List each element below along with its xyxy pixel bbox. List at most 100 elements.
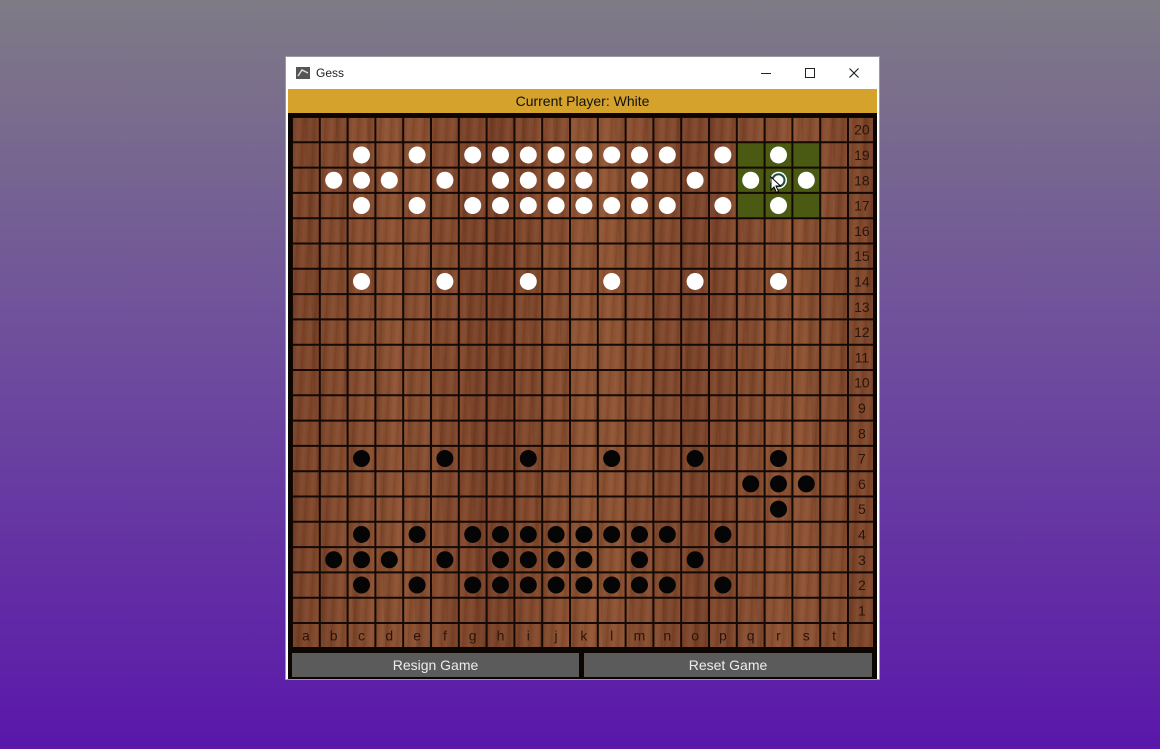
black-stone-o7[interactable] (686, 450, 704, 468)
game-board[interactable]: 20 19 18 17 16 15 14 13 12 11 10 9 8 7 6 5 4 3 2 1 a b c d e f g h i… (288, 113, 877, 651)
white-stone-k19[interactable] (575, 146, 593, 164)
black-stone-m3[interactable] (631, 551, 648, 569)
white-stone-f18[interactable] (436, 171, 454, 189)
white-stone-i18[interactable] (519, 171, 537, 189)
black-stone-f7[interactable] (436, 450, 454, 468)
black-stone-s6[interactable] (797, 475, 815, 493)
white-stone-r14[interactable] (770, 272, 787, 290)
black-stone-m2[interactable] (631, 576, 648, 594)
black-stone-l4[interactable] (603, 525, 621, 543)
white-stone-k18[interactable] (575, 171, 593, 189)
black-stone-g4[interactable] (464, 525, 482, 543)
white-stone-e19[interactable] (408, 146, 426, 164)
white-stone-r17[interactable] (770, 197, 787, 215)
white-stone-i14[interactable] (519, 272, 537, 290)
white-stone-j18[interactable] (547, 171, 565, 189)
white-stone-c14[interactable] (353, 272, 370, 290)
black-stone-n4[interactable] (658, 525, 676, 543)
selected-square-s19[interactable] (792, 142, 821, 168)
black-stone-k4[interactable] (575, 525, 593, 543)
white-stone-d18[interactable] (380, 171, 398, 189)
white-stone-o14[interactable] (686, 272, 704, 290)
black-stone-e2[interactable] (408, 576, 426, 594)
black-stone-j4[interactable] (547, 525, 565, 543)
black-stone-i3[interactable] (519, 551, 537, 569)
white-stone-m17[interactable] (631, 197, 648, 215)
black-stone-m4[interactable] (631, 525, 648, 543)
black-stone-p4[interactable] (714, 525, 732, 543)
black-stone-r6[interactable] (770, 475, 787, 493)
white-stone-s18[interactable] (797, 171, 815, 189)
black-stone-k2[interactable] (575, 576, 593, 594)
white-stone-e17[interactable] (408, 197, 426, 215)
black-stone-f3[interactable] (436, 551, 454, 569)
white-stone-f14[interactable] (436, 272, 454, 290)
white-stone-j17[interactable] (547, 197, 565, 215)
resign-game-button[interactable]: Resign Game (292, 653, 579, 677)
selected-square-q19[interactable] (736, 142, 765, 168)
black-stone-q6[interactable] (742, 475, 760, 493)
black-stone-j2[interactable] (547, 576, 565, 594)
white-stone-n17[interactable] (658, 197, 676, 215)
black-stone-c7[interactable] (353, 450, 370, 468)
selected-square-q17[interactable] (736, 192, 765, 219)
white-stone-l17[interactable] (603, 197, 621, 215)
white-stone-i19[interactable] (519, 146, 537, 164)
black-stone-k3[interactable] (575, 551, 593, 569)
board-grid[interactable]: 20 19 18 17 16 15 14 13 12 11 10 9 8 7 6 5 4 3 2 1 a b c d e f g h i… (292, 117, 873, 647)
black-stone-l7[interactable] (603, 450, 621, 468)
white-stone-g19[interactable] (464, 146, 482, 164)
black-stone-c3[interactable] (353, 551, 370, 569)
white-stone-l19[interactable] (603, 146, 621, 164)
black-stone-j3[interactable] (547, 551, 565, 569)
white-stone-m19[interactable] (631, 146, 648, 164)
black-stone-i7[interactable] (519, 450, 537, 468)
white-stone-l14[interactable] (603, 272, 621, 290)
column-label: d (385, 628, 393, 644)
black-stone-b3[interactable] (325, 551, 343, 569)
white-stone-g17[interactable] (464, 197, 482, 215)
black-stone-h4[interactable] (492, 525, 509, 543)
black-stone-i2[interactable] (519, 576, 537, 594)
white-stone-p17[interactable] (714, 197, 732, 215)
white-stone-k17[interactable] (575, 197, 593, 215)
white-stone-p19[interactable] (714, 146, 732, 164)
black-stone-e4[interactable] (408, 525, 426, 543)
white-stone-b18[interactable] (325, 171, 343, 189)
reset-game-button[interactable]: Reset Game (584, 653, 872, 677)
black-stone-c4[interactable] (353, 525, 370, 543)
white-stone-i17[interactable] (519, 197, 537, 215)
white-stone-c19[interactable] (353, 146, 370, 164)
black-stone-h3[interactable] (492, 551, 509, 569)
black-stone-r7[interactable] (770, 450, 787, 468)
black-stone-r5[interactable] (770, 500, 787, 518)
black-stone-i4[interactable] (519, 525, 537, 543)
minimize-button[interactable] (744, 57, 788, 89)
black-stone-p2[interactable] (714, 576, 732, 594)
black-stone-c2[interactable] (353, 576, 370, 594)
white-stone-r19[interactable] (770, 146, 787, 164)
white-stone-j19[interactable] (547, 146, 565, 164)
maximize-button[interactable] (788, 57, 832, 89)
black-stone-l2[interactable] (603, 576, 621, 594)
black-stone-o3[interactable] (686, 551, 704, 569)
white-stone-q18[interactable] (742, 171, 760, 189)
white-stone-n19[interactable] (658, 146, 676, 164)
close-button[interactable] (832, 57, 876, 89)
white-stone-h17[interactable] (492, 197, 509, 215)
white-stone-h18[interactable] (492, 171, 509, 189)
white-stone-h19[interactable] (492, 146, 509, 164)
black-stone-n2[interactable] (658, 576, 676, 594)
black-stone-g2[interactable] (464, 576, 482, 594)
white-stone-m18[interactable] (631, 171, 648, 189)
white-stone-o18[interactable] (686, 171, 704, 189)
black-stone-h2[interactable] (492, 576, 509, 594)
title-bar[interactable]: Gess (286, 57, 879, 89)
white-stone-c18[interactable] (353, 171, 370, 189)
wood-surface[interactable]: 20 19 18 17 16 15 14 13 12 11 10 9 8 7 6 5 4 3 2 1 a b c d e f g h i… (292, 117, 873, 647)
selected-square-s17[interactable] (792, 192, 821, 219)
column-label: j (554, 628, 558, 644)
white-stone-c17[interactable] (353, 197, 370, 215)
column-label: p (719, 628, 727, 644)
black-stone-d3[interactable] (380, 551, 398, 569)
